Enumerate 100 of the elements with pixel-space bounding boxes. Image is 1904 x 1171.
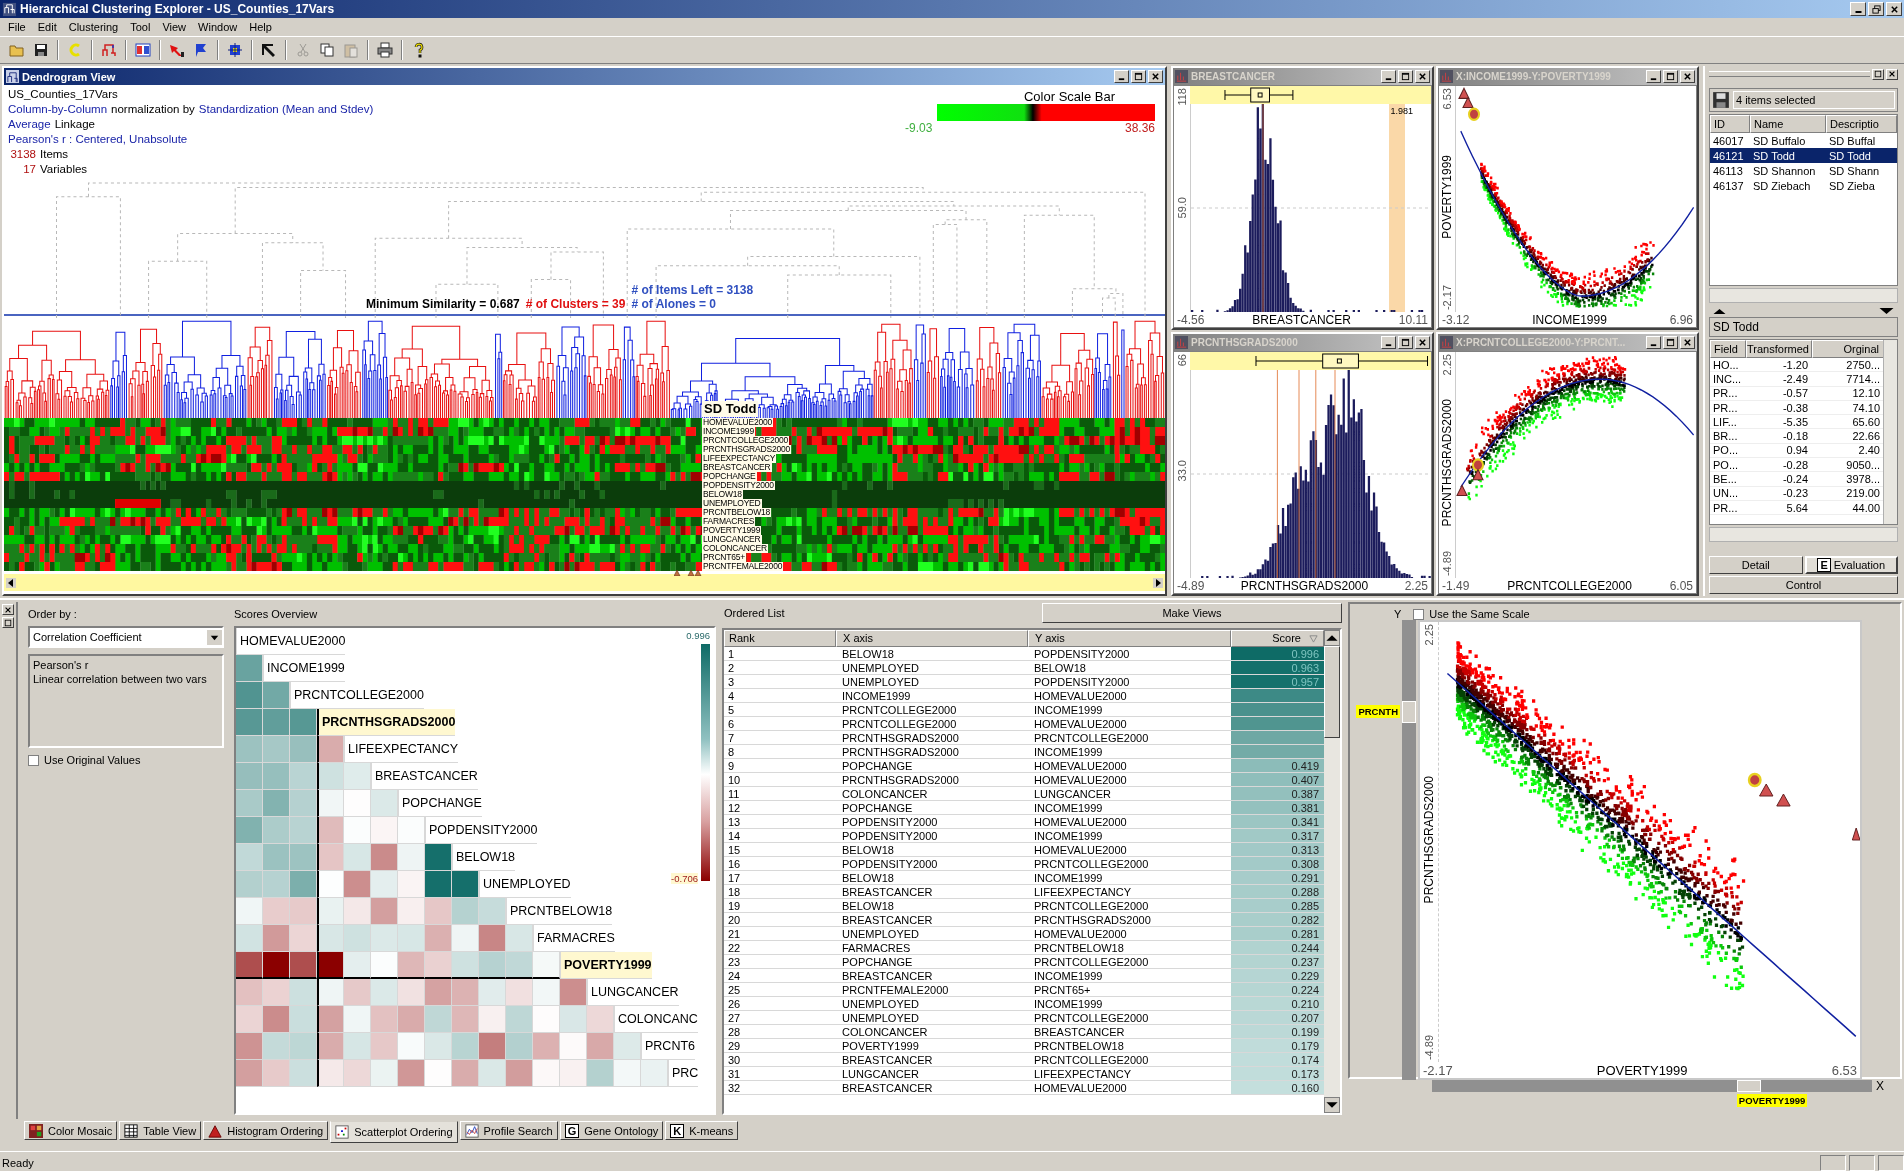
order-by-dropdown[interactable]: Correlation Coefficient [28, 626, 224, 648]
list-row[interactable]: 21 UNEMPLOYED HOMEVALUE2000 0.281 [724, 927, 1324, 941]
y-max: 6.53 [1441, 88, 1453, 110]
list-row[interactable]: 4 INCOME1999 HOMEVALUE2000 [724, 689, 1324, 703]
panel-tab[interactable]: Control [1709, 576, 1898, 594]
list-row[interactable]: 8 PRCNTHSGRADS2000 INCOME1999 [724, 745, 1324, 759]
list-row[interactable]: 20 BREASTCANCER PRCNTHSGRADS2000 0.282 [724, 913, 1324, 927]
column-header[interactable]: ID [1710, 115, 1750, 133]
list-row[interactable]: 11 COLONCANCER LUNGCANCER 0.387 [724, 787, 1324, 801]
menu-item[interactable]: File [2, 20, 32, 34]
column-header[interactable]: Orginal [1812, 340, 1884, 358]
list-row[interactable]: 10 PRCNTHSGRADS2000 HOMEVALUE2000 0.407 [724, 773, 1324, 787]
column-header[interactable]: Rank [724, 630, 836, 647]
menu-item[interactable]: Tool [124, 20, 157, 34]
variable-label: LIFEEXPECTANCY [702, 454, 777, 463]
table-cell-text: LIF... [1712, 415, 1738, 428]
list-row[interactable]: 31 LUNGCANCER LIFEEXPECTANCY 0.173 [724, 1067, 1324, 1081]
variable-label[interactable]: POVERTY1999 [560, 952, 652, 979]
variable-label: PRCNTHSGRADS2000 [702, 445, 792, 454]
table-cell-text: -0.57 [1781, 387, 1809, 400]
list-row[interactable]: 16 POPDENSITY2000 PRCNTCOLLEGE2000 0.308 [724, 857, 1324, 871]
list-row[interactable]: 28 COLONCANCER BREASTCANCER 0.199 [724, 1025, 1324, 1039]
list-row[interactable]: 9 POPCHANGE HOMEVALUE2000 0.419 [724, 759, 1324, 773]
list-row[interactable]: 18 BREASTCANCER LIFEEXPECTANCY 0.288 [724, 885, 1324, 899]
item-row[interactable]: 46121 SD Todd SD Todd [1710, 148, 1897, 163]
table-cell-text: 65.60 [1851, 415, 1881, 428]
column-header[interactable]: Score [1231, 630, 1324, 647]
use-original-checkbox[interactable]: Use Original Values [28, 754, 224, 766]
menu-item[interactable]: Window [192, 20, 244, 34]
view-tab[interactable]: Color Mosaic [24, 1121, 118, 1140]
window-title: PRCNTHSGRADS2000 [1191, 337, 1298, 348]
list-row[interactable]: 25 PRCNTFEMALE2000 PRCNT65+ 0.224 [724, 983, 1324, 997]
list-row[interactable]: 6 PRCNTCOLLEGE2000 HOMEVALUE2000 [724, 717, 1324, 731]
menu-item[interactable]: Clustering [62, 20, 125, 34]
list-row[interactable]: 1 BELOW18 POPDENSITY2000 0.996 [724, 647, 1324, 661]
table-cell-text: 2750... [1845, 358, 1881, 371]
make-views-button[interactable]: Make Views [1042, 603, 1342, 623]
list-row[interactable]: 29 POVERTY1999 PRCNTBELOW18 0.179 [724, 1039, 1324, 1053]
view-tab[interactable]: K K-means [665, 1121, 739, 1140]
list-row[interactable]: 2 UNEMPLOYED BELOW18 0.963 [724, 661, 1324, 675]
list-row[interactable]: 23 POPCHANGE PRCNTCOLLEGE2000 0.237 [724, 955, 1324, 969]
x-axis-label: POVERTY1999 [1596, 1062, 1688, 1078]
y-tick: 66 [1176, 354, 1188, 367]
column-header[interactable]: X axis [836, 630, 1028, 647]
menu-item[interactable]: View [156, 20, 193, 34]
list-row[interactable]: 14 POPDENSITY2000 INCOME1999 0.317 [724, 829, 1324, 843]
list-row[interactable]: 15 BELOW18 HOMEVALUE2000 0.313 [724, 843, 1324, 857]
list-row[interactable]: 30 BREASTCANCER PRCNTCOLLEGE2000 0.174 [724, 1053, 1324, 1067]
menu-item[interactable]: Help [243, 20, 278, 34]
info-text: Average [8, 117, 51, 132]
same-scale-checkbox[interactable]: Use the Same Scale [1413, 608, 1530, 620]
list-row[interactable]: 12 POPCHANGE INCOME1999 0.381 [724, 801, 1324, 815]
view-tab[interactable]: Scatterplot Ordering [330, 1121, 458, 1143]
view-tab[interactable]: Histogram Ordering [203, 1121, 329, 1140]
item-row[interactable]: 46017 SD Buffalo SD Buffal [1710, 133, 1897, 148]
variable-label[interactable]: PRCNTHSGRADS2000 [317, 709, 456, 736]
column-header[interactable]: Descriptio [1826, 115, 1897, 133]
y-max: 2.25 [1423, 624, 1435, 646]
list-row[interactable]: 22 FARMACRES PRCNTBELOW18 0.244 [724, 941, 1324, 955]
item-row[interactable]: 46137 SD Ziebach SD Zieba [1710, 178, 1897, 193]
view-tab[interactable]: Table View [119, 1121, 202, 1140]
panel-tab[interactable]: E Evaluation [1804, 556, 1898, 574]
info-text: normalization by [111, 102, 195, 117]
column-header[interactable]: Y axis [1028, 630, 1231, 647]
item-row[interactable]: 46113 SD Shannon SD Shann [1710, 163, 1897, 178]
table-cell-text: PR... [1712, 387, 1739, 400]
list-row[interactable]: 26 UNEMPLOYED INCOME1999 0.210 [724, 997, 1324, 1011]
y-axis-label: PRCNTHSGRADS2000 [1440, 399, 1454, 527]
x-min: -1.49 [1442, 578, 1470, 593]
menu-item[interactable]: Edit [31, 20, 63, 34]
info-text: US_Counties_17Vars [8, 87, 118, 102]
detail-title: SD Todd [1709, 317, 1898, 337]
table-cell-text: -2.49 [1781, 372, 1809, 385]
list-row[interactable]: 19 BELOW18 PRCNTCOLLEGE2000 0.285 [724, 899, 1324, 913]
list-row[interactable]: 32 BREASTCANCER HOMEVALUE2000 0.160 [724, 1081, 1324, 1095]
column-header[interactable]: Transformed [1746, 340, 1812, 358]
table-cell-text: -0.23 [1781, 487, 1809, 500]
column-header[interactable]: Field [1710, 340, 1746, 358]
list-row[interactable]: 24 BREASTCANCER INCOME1999 0.229 [724, 969, 1324, 983]
list-row[interactable]: 5 PRCNTCOLLEGE2000 INCOME1999 [724, 703, 1324, 717]
list-row[interactable]: 3 UNEMPLOYED POPDENSITY2000 0.957 [724, 675, 1324, 689]
list-row[interactable]: 13 POPDENSITY2000 HOMEVALUE2000 0.341 [724, 815, 1324, 829]
x-max: 2.25 [1404, 578, 1428, 593]
axis-tag: POVERTY1999 [1736, 1094, 1808, 1107]
table-cell-text: 2.40 [1857, 444, 1881, 457]
table-cell-text: 7714... [1845, 372, 1881, 385]
list-row[interactable]: 17 BELOW18 INCOME1999 0.291 [724, 871, 1324, 885]
table-cell-text: UN... [1712, 487, 1740, 500]
info-text: 17 [22, 162, 36, 177]
column-header[interactable]: Name [1750, 115, 1826, 133]
x-min: -3.12 [1442, 312, 1470, 327]
view-tab[interactable]: Profile Search [459, 1121, 558, 1140]
x-title: X [1876, 1080, 1884, 1092]
list-row[interactable]: 27 UNEMPLOYED PRCNTCOLLEGE2000 0.207 [724, 1011, 1324, 1025]
panel-tab[interactable]: Detail [1709, 556, 1803, 574]
variable-label[interactable]: PRC [668, 1060, 699, 1087]
view-tab[interactable]: G Gene Ontology [559, 1121, 664, 1140]
table-cell-text: 9050... [1845, 458, 1881, 471]
y-axis-label: POVERTY1999 [1440, 155, 1454, 240]
list-row[interactable]: 7 PRCNTHSGRADS2000 PRCNTCOLLEGE2000 [724, 731, 1324, 745]
